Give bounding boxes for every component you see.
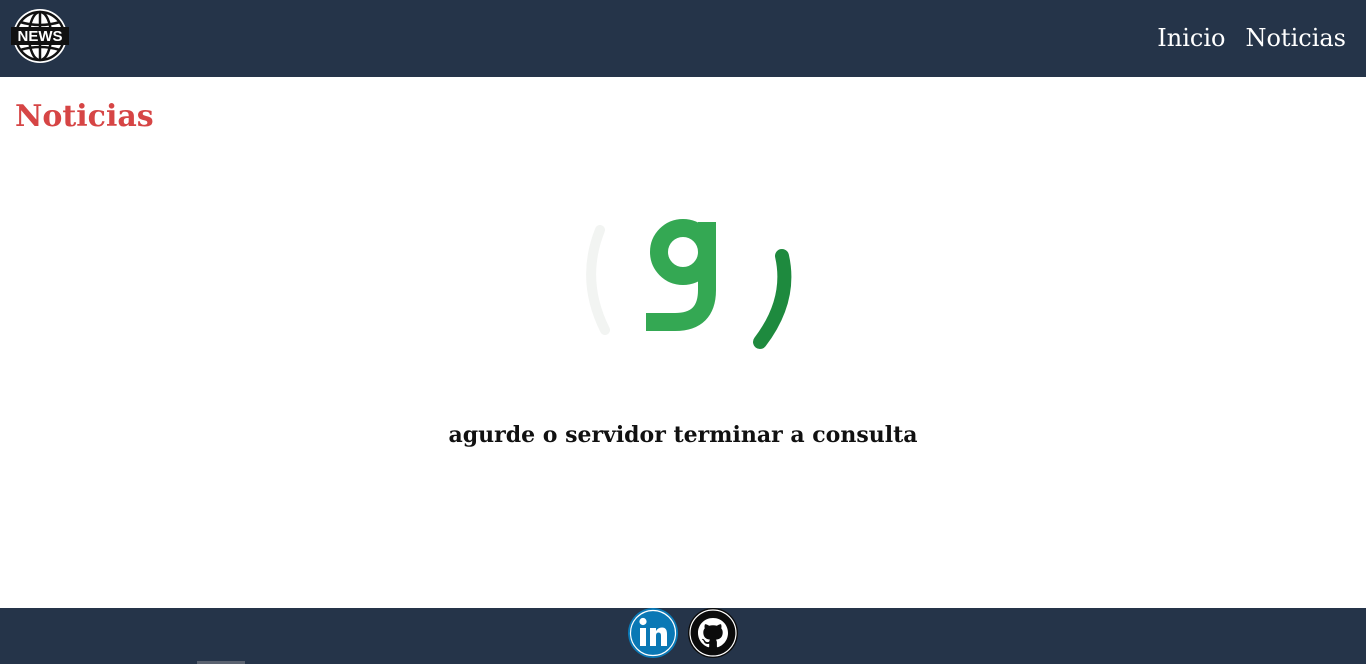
linkedin-icon[interactable] — [628, 608, 678, 658]
footer — [0, 608, 1366, 664]
social-links — [628, 608, 738, 658]
top-navbar: NEWS Inicio Noticias — [0, 0, 1366, 77]
loading-spinner — [560, 190, 810, 360]
main-nav: Inicio Noticias — [1157, 24, 1346, 52]
github-icon[interactable] — [688, 608, 738, 658]
nav-link-inicio[interactable]: Inicio — [1157, 24, 1225, 52]
news-logo[interactable]: NEWS — [9, 8, 71, 64]
page-title: Noticias — [15, 99, 154, 134]
logo-text: NEWS — [18, 28, 63, 45]
google-g-spinner-icon — [586, 219, 792, 349]
globe-icon: NEWS — [11, 9, 69, 63]
nav-link-noticias[interactable]: Noticias — [1245, 24, 1346, 52]
loading-status-message: agurde o servidor terminar a consulta — [448, 422, 918, 448]
